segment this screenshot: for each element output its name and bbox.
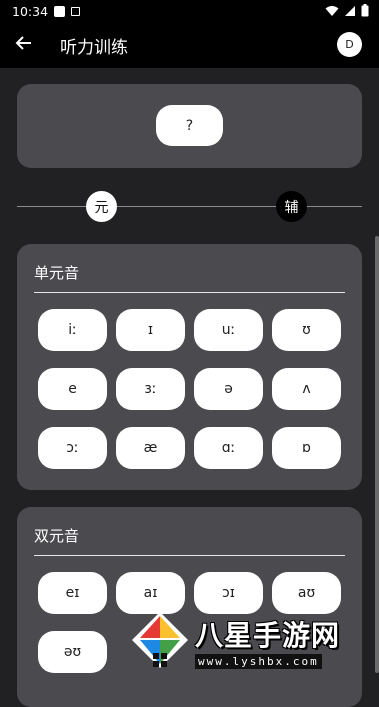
watermark-url: www.lyshbx.com (195, 654, 322, 669)
watermark-logo-icon (132, 612, 188, 668)
phoneme-button[interactable]: ɜː (116, 368, 185, 410)
diphthong-title: 双元音 (34, 527, 80, 545)
watermark: 八星手游网 www.lyshbx.com (128, 608, 379, 673)
diphthong-underline (34, 555, 345, 556)
page-title: 听力训练 (60, 38, 128, 58)
status-bar: 10:34 (0, 0, 379, 22)
status-icons (325, 4, 369, 17)
consonant-tab[interactable]: 辅 (276, 191, 307, 222)
signal-icon (345, 5, 355, 16)
back-arrow-icon[interactable] (14, 33, 34, 53)
play-question-button[interactable]: ? (156, 105, 223, 146)
phoneme-button[interactable]: ə (194, 368, 263, 410)
phoneme-button[interactable]: iː (38, 309, 107, 351)
phoneme-button[interactable]: ɒ (272, 427, 341, 469)
diphthong-card: 双元音 eɪ aɪ ɔɪ aʊ əʊ (17, 507, 362, 707)
wifi-icon (325, 5, 339, 16)
monophthong-title: 单元音 (34, 264, 80, 282)
status-time: 10:34 (12, 3, 49, 19)
phoneme-button[interactable]: eɪ (38, 572, 107, 614)
notification-icon (54, 5, 66, 17)
watermark-text: 八星手游网 (195, 619, 341, 652)
phoneme-button[interactable]: ɑː (194, 427, 263, 469)
phoneme-button[interactable]: æ (116, 427, 185, 469)
app-notification-icon (71, 6, 81, 16)
phoneme-button[interactable]: ɔː (38, 427, 107, 469)
phoneme-button[interactable]: e (38, 368, 107, 410)
phoneme-button[interactable]: ʌ (272, 368, 341, 410)
vowel-tab[interactable]: 元 (86, 191, 117, 222)
question-card: ? (17, 84, 362, 168)
phoneme-button[interactable]: ʊ (272, 309, 341, 351)
monophthong-card: 单元音 iː ɪ uː ʊ e ɜː ə ʌ ɔː æ ɑː ɒ (17, 244, 362, 490)
battery-icon (361, 4, 369, 17)
avatar[interactable]: D (337, 32, 362, 57)
phoneme-button[interactable]: ɪ (116, 309, 185, 351)
phoneme-button[interactable]: əʊ (38, 631, 107, 673)
monophthong-underline (34, 292, 345, 293)
phoneme-button[interactable]: uː (194, 309, 263, 351)
app-bar: 听力训练 D (0, 22, 379, 68)
selector-divider (17, 206, 362, 207)
